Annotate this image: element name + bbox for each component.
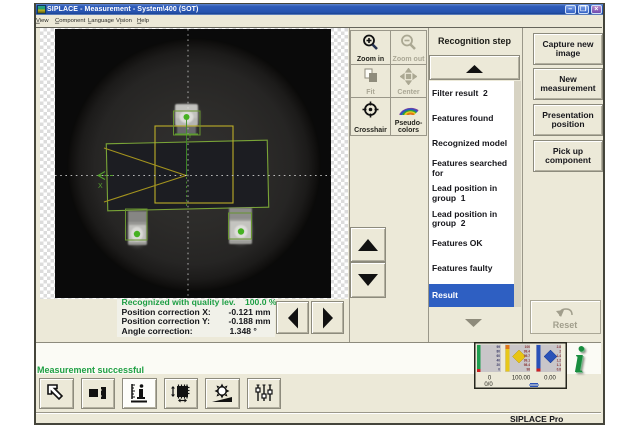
svg-text:80: 80 [496, 350, 500, 354]
svg-text:40: 40 [496, 359, 500, 363]
svg-text:20: 20 [496, 363, 500, 367]
svg-text:0: 0 [498, 368, 500, 372]
svg-text:98.4: 98.4 [524, 363, 530, 367]
svg-text:98: 98 [526, 368, 530, 372]
svg-text:X: X [98, 183, 103, 190]
svg-text:99.7: 99.7 [524, 354, 530, 358]
svg-text:99.4: 99.4 [524, 350, 530, 354]
svg-text:0/0: 0/0 [484, 382, 493, 388]
svg-text:99.1: 99.1 [524, 359, 530, 363]
svg-text:2: 2 [559, 350, 561, 354]
svg-text:100: 100 [525, 345, 531, 349]
svg-text:1.4: 1.4 [557, 354, 562, 358]
svg-text:1.2: 1.2 [557, 359, 562, 363]
svg-text:99: 99 [496, 345, 500, 349]
svg-text:1.1: 1.1 [557, 363, 562, 367]
svg-text:0.8: 0.8 [557, 368, 562, 372]
svg-text:2.8: 2.8 [557, 345, 562, 349]
svg-text:100.00: 100.00 [512, 376, 531, 382]
svg-text:0.00: 0.00 [544, 376, 556, 382]
svg-text:60: 60 [496, 354, 500, 358]
